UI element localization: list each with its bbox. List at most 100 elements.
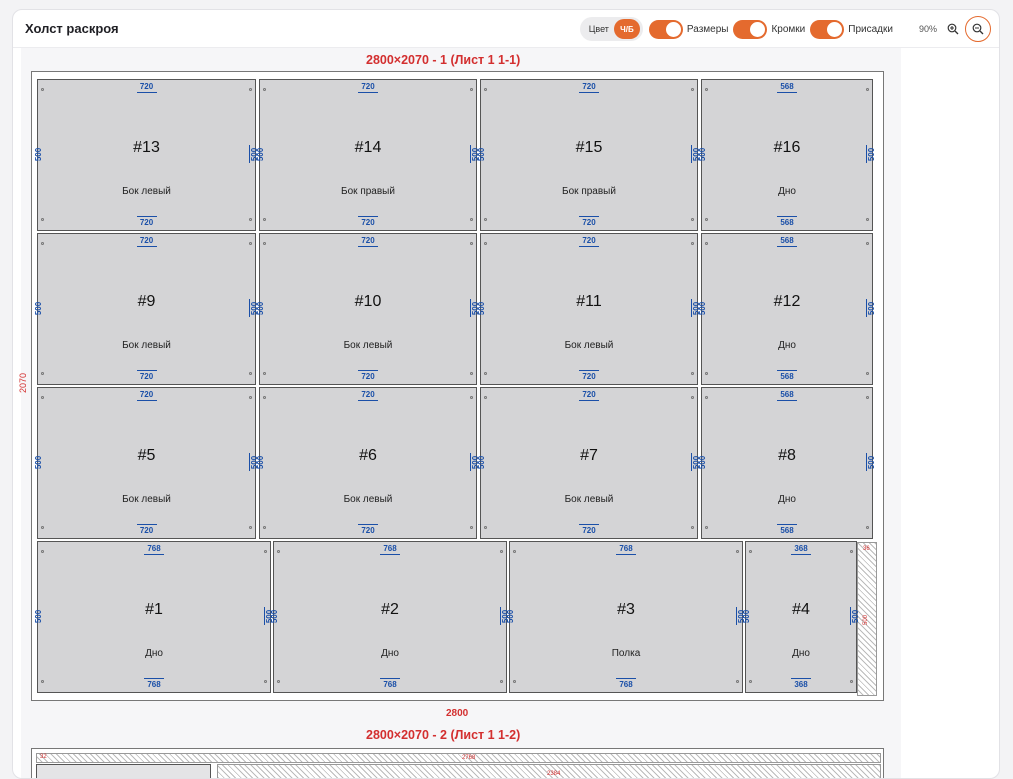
part-10[interactable]: 720 500 500 #10 Бок левый 720 <box>256 233 480 385</box>
part-11[interactable]: 720 500 500 #11 Бок левый 720 <box>477 233 701 385</box>
part-3[interactable]: 768 500 500 #3 Полка 768 <box>506 541 746 693</box>
part-2[interactable]: 768 500 500 #2 Дно 768 <box>270 541 510 693</box>
edge-band-bottom <box>136 370 157 371</box>
edge-band-top <box>136 92 157 93</box>
color-mode-label[interactable]: Цвет <box>589 24 609 34</box>
drill-hole <box>249 88 252 91</box>
part-width-bottom: 768 <box>619 680 633 689</box>
edge-band-top <box>579 400 599 401</box>
part-15[interactable]: 720 500 500 #15 Бок правый 720 <box>477 79 701 231</box>
edge-band-bottom <box>358 370 378 371</box>
drill-hole <box>705 218 708 221</box>
part-width-bottom: 720 <box>361 526 375 535</box>
part-9[interactable]: 720 500 500 #9 Бок левый 720 <box>34 233 259 385</box>
part-width-top: 768 <box>147 544 161 553</box>
edge-band-top <box>777 92 797 93</box>
drill-hole <box>850 550 853 553</box>
part-number: #2 <box>381 601 399 618</box>
sheet2-inner-dim: 2384 <box>547 771 561 777</box>
part-name: Дно <box>778 186 796 197</box>
sheet1-title: 2800×2070 - 1 (Лист 1 1-1) <box>366 53 521 67</box>
drill-hole <box>277 680 280 683</box>
part-14[interactable]: 720 500 500 #14 Бок правый 720 <box>256 79 480 231</box>
view-controls: Цвет Ч/Б Размеры Кромки Присадки 90% <box>579 15 991 43</box>
drill-hole <box>263 372 266 375</box>
part-width-bottom: 768 <box>383 680 397 689</box>
part-name: Бок левый <box>122 494 171 505</box>
part-name: Бок левый <box>343 494 393 505</box>
edge-band-bottom <box>777 524 797 525</box>
part-width-top: 768 <box>383 544 397 553</box>
sheet2-canvas[interactable]: 2768 32 2384 <box>31 748 884 778</box>
color-mode-switch[interactable]: Цвет Ч/Б <box>579 17 643 41</box>
part-16[interactable]: 568 500 500 #16 Дно 568 <box>698 79 876 231</box>
part-name: Бок левый <box>122 340 171 351</box>
drill-hole <box>41 242 44 245</box>
part-width-top: 568 <box>780 390 794 399</box>
canvas-scroll-area[interactable]: 2800×2070 - 1 (Лист 1 1-1) 2070 36 500 7… <box>18 48 901 778</box>
part-number: #8 <box>778 447 796 464</box>
edge-band-bottom <box>791 678 811 679</box>
drill-hole <box>263 88 266 91</box>
part-6[interactable]: 720 500 500 #6 Бок левый 720 <box>256 387 480 539</box>
part-8[interactable]: 568 500 500 #8 Дно 568 <box>698 387 876 539</box>
drill-hole <box>691 526 694 529</box>
part-13[interactable]: 720 500 500 #13 Бок левый 720 <box>34 79 259 231</box>
drill-hole <box>705 242 708 245</box>
drill-hole <box>470 218 473 221</box>
dimensions-toggle[interactable] <box>648 19 683 39</box>
part-name: Бок левый <box>343 340 393 351</box>
part-number: #12 <box>773 293 801 310</box>
edge-band-bottom <box>358 216 378 217</box>
sheet2-part[interactable] <box>36 764 211 778</box>
part-width-top: 720 <box>361 82 375 91</box>
part-name: Дно <box>145 648 163 659</box>
drill-hole <box>691 372 694 375</box>
edges-toggle-label: Кромки <box>771 23 806 35</box>
drill-hole <box>736 550 739 553</box>
sheet1-canvas[interactable]: 36 500 720 500 500 #13 Бок левый 720 720 500 500… <box>31 71 884 701</box>
drill-hole <box>41 526 44 529</box>
part-width-top: 720 <box>139 82 154 91</box>
part-number: #1 <box>145 601 163 618</box>
drilling-toggle[interactable] <box>810 19 845 39</box>
part-width-bottom: 720 <box>139 526 154 535</box>
part-width-bottom: 720 <box>582 526 596 535</box>
bw-mode-button[interactable]: Ч/Б <box>613 19 640 39</box>
drill-hole <box>41 372 44 375</box>
part-width-bottom: 720 <box>139 372 154 381</box>
part-name: Бок левый <box>564 494 614 505</box>
part-1[interactable]: 768 500 500 #1 Дно 768 <box>34 541 274 693</box>
drill-hole <box>866 88 869 91</box>
edge-band-bottom <box>777 216 797 217</box>
drill-hole <box>470 88 473 91</box>
edge-band-bottom <box>579 216 599 217</box>
drill-hole <box>866 242 869 245</box>
edge-band-bottom <box>777 370 797 371</box>
part-number: #3 <box>617 601 635 618</box>
part-4[interactable]: 368 500 500 #4 Дно 368 <box>742 541 860 693</box>
drill-hole <box>705 396 708 399</box>
part-name: Дно <box>778 340 796 351</box>
drill-hole <box>850 680 853 683</box>
zoom-in-icon <box>947 23 959 35</box>
part-width-top: 720 <box>139 390 154 399</box>
zoom-in-button[interactable] <box>943 19 963 39</box>
edge-band-bottom <box>136 216 157 217</box>
drill-hole <box>263 242 266 245</box>
part-number: #9 <box>137 293 156 310</box>
part-7[interactable]: 720 500 500 #7 Бок левый 720 <box>477 387 701 539</box>
edges-toggle[interactable] <box>733 19 768 39</box>
part-width-bottom: 568 <box>780 526 794 535</box>
part-width-top: 368 <box>794 544 808 553</box>
drill-hole <box>691 88 694 91</box>
part-number: #5 <box>137 447 156 464</box>
edge-band-top <box>136 400 157 401</box>
part-5[interactable]: 720 500 500 #5 Бок левый 720 <box>34 387 259 539</box>
drill-hole <box>41 218 44 221</box>
zoom-out-button[interactable] <box>965 16 991 42</box>
part-width-top: 568 <box>780 82 794 91</box>
drill-hole <box>470 526 473 529</box>
part-12[interactable]: 568 500 500 #12 Дно 568 <box>698 233 876 385</box>
drill-hole <box>249 372 252 375</box>
